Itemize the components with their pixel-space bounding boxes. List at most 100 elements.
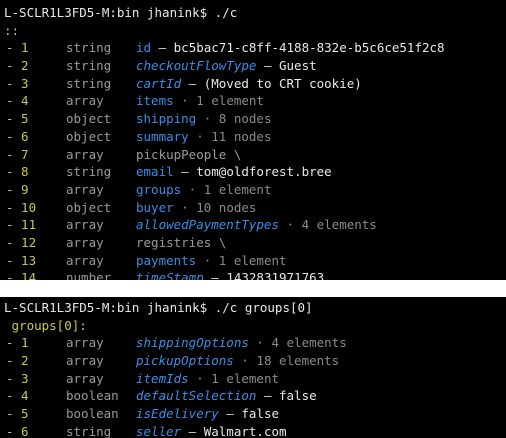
value-separator: – — [256, 388, 279, 404]
node-key: items — [136, 93, 174, 109]
node-row: - 1 array shippingOptions · 4 elements — [4, 334, 506, 352]
node-key: checkoutFlowType — [136, 58, 257, 74]
node-row: - 5 object shipping · 8 nodes — [4, 110, 506, 128]
node-value: false — [279, 388, 317, 404]
node-count: · 1 element — [173, 93, 264, 109]
node-index: - 3 — [6, 75, 29, 91]
value-separator: – — [218, 406, 242, 422]
node-count: · 10 nodes — [173, 199, 257, 215]
node-row: - 13 array payments · 1 element — [4, 252, 506, 270]
node-row: - 6 object summary · 11 nodes — [4, 128, 506, 146]
node-index: - 6 — [6, 423, 29, 438]
node-index: - 9 — [6, 181, 29, 197]
node-index: - 13 — [6, 252, 37, 268]
node-value: false — [241, 406, 280, 422]
node-index: - 2 — [6, 353, 29, 369]
node-index: - 2 — [6, 58, 29, 74]
node-key: itemIds — [136, 370, 189, 386]
node-value: Guest — [279, 58, 317, 74]
node-index: - 8 — [6, 164, 29, 180]
value-separator: – — [203, 270, 227, 280]
node-key: buyer — [136, 199, 174, 215]
path-marker: groups[0]: — [4, 317, 87, 333]
node-row: - 4 array items · 1 element — [4, 92, 506, 110]
node-value: (Moved to CRT cookie) — [203, 75, 362, 91]
node-count: · 11 nodes — [188, 128, 272, 144]
node-count: · 1 element — [196, 252, 287, 268]
value-separator: – — [151, 40, 174, 56]
node-key: isEdelivery — [136, 406, 219, 422]
value-separator: – — [181, 423, 204, 438]
node-index: - 5 — [6, 406, 29, 422]
node-index: - 1 — [6, 335, 29, 351]
node-count: · 4 elements — [279, 217, 377, 233]
node-count: · 1 element — [188, 370, 279, 386]
node-type: number — [66, 270, 112, 280]
node-key: seller — [136, 423, 182, 438]
shell-prompt: L-SCLR1L3FD5-M:bin jhanink$ ./c groups[0… — [4, 300, 313, 315]
node-key: pickupOptions — [136, 353, 234, 369]
node-type: string — [66, 40, 112, 56]
node-row: - 2 array pickupOptions · 18 elements — [4, 352, 506, 370]
node-row: - 8 string email – tom@oldforest.bree — [4, 163, 506, 181]
node-type: boolean — [66, 406, 119, 422]
node-type: array — [66, 181, 104, 197]
node-index: - 12 — [6, 234, 37, 250]
node-value: Walmart.com — [203, 423, 287, 438]
node-index: - 10 — [6, 199, 37, 215]
node-row: - 6 string seller – Walmart.com — [4, 423, 506, 438]
node-index: - 5 — [6, 111, 29, 127]
node-type: string — [66, 423, 112, 438]
node-index: - 4 — [6, 93, 29, 109]
node-type: array — [66, 146, 104, 162]
node-type: array — [66, 93, 104, 109]
node-index: - 7 — [6, 146, 29, 162]
value-separator: – — [173, 164, 197, 180]
node-type: array — [66, 370, 104, 386]
node-index: - 14 — [6, 270, 37, 280]
node-key: shippingOptions — [136, 335, 249, 351]
node-key: email — [136, 164, 174, 180]
root-marker: :: — [4, 22, 20, 38]
node-type: string — [66, 164, 112, 180]
node-index: - 6 — [6, 128, 29, 144]
node-index: - 11 — [6, 217, 37, 233]
node-type: array — [66, 234, 104, 250]
node-row: - 2 string checkoutFlowType – Guest — [4, 57, 506, 75]
node-key: timeStamp — [136, 270, 204, 280]
node-row: - 3 string cartId – (Moved to CRT cookie) — [4, 75, 506, 93]
node-key: registries \ — [136, 234, 227, 250]
node-type: array — [66, 217, 104, 233]
node-count: · 18 elements — [233, 353, 340, 369]
node-type: object — [66, 128, 112, 144]
terminal-output-1[interactable]: L-SCLR1L3FD5-M:bin jhanink$ ./c :: - 1st… — [0, 0, 506, 280]
node-type: object — [66, 111, 112, 127]
node-type: array — [66, 353, 104, 369]
node-row: - 10 object buyer · 10 nodes — [4, 199, 506, 217]
shell-prompt: L-SCLR1L3FD5-M:bin jhanink$ ./c — [4, 5, 238, 20]
node-key: id — [136, 40, 152, 56]
node-key: groups — [136, 181, 182, 197]
node-type: array — [66, 335, 104, 351]
node-list: - 1 array shippingOptions · 4 elements - 2 a… — [4, 334, 506, 438]
node-row: - 5 boolean isEdelivery – false — [4, 405, 506, 423]
node-row: - 7 array pickupPeople \ — [4, 146, 506, 164]
node-index: - 1 — [6, 40, 29, 56]
node-count: · 1 element — [181, 181, 272, 197]
node-value: 1432831971763 — [226, 270, 325, 280]
terminal-output-2[interactable]: L-SCLR1L3FD5-M:bin jhanink$ ./c groups[0… — [0, 297, 506, 438]
node-row: - 9 array groups · 1 element — [4, 181, 506, 199]
node-index: - 4 — [6, 388, 29, 404]
node-row: - 4 boolean defaultSelection – false — [4, 387, 506, 405]
node-value: bc5bac71-c8ff-4188-832e-b5c6ce51f2c8 — [173, 40, 445, 56]
node-key: pickupPeople \ — [136, 146, 242, 162]
node-type: array — [66, 252, 104, 268]
node-row: - 14 number timeStamp – 1432831971763 — [4, 269, 506, 280]
node-type: object — [66, 199, 112, 215]
node-value: tom@oldforest.bree — [196, 164, 332, 180]
node-type: string — [66, 75, 112, 91]
node-row: - 1 string id – bc5bac71-c8ff-4188-832e-b5… — [4, 39, 506, 57]
node-count: · 8 nodes — [196, 111, 272, 127]
node-key: payments — [136, 252, 197, 268]
value-separator: – — [181, 75, 204, 91]
